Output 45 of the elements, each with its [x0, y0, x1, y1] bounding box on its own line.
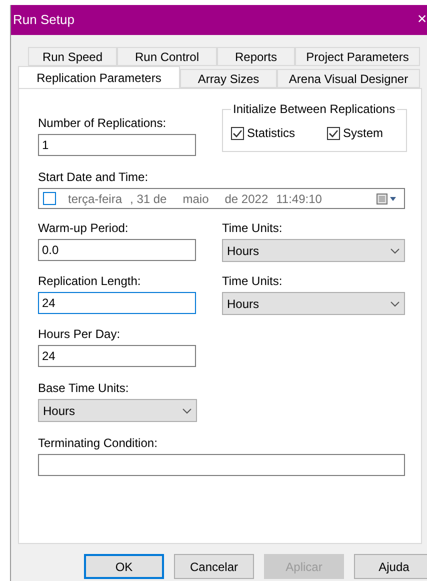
tab[interactable]: Run Speed — [28, 47, 117, 66]
date-part: , 31 de — [130, 190, 167, 208]
tab[interactable]: Run Control — [117, 47, 217, 66]
date-part: maio — [182, 190, 210, 208]
tab[interactable]: Reports — [217, 47, 295, 66]
chevron-down-icon — [390, 300, 400, 306]
dialog-button[interactable]: OK — [84, 554, 164, 579]
checkbox-label: Statistics — [247, 125, 296, 142]
field-label: Hours Per Day: — [38, 327, 122, 342]
checkbox-label: System — [343, 125, 384, 142]
field-label: Base Time Units: — [38, 381, 130, 396]
text-field[interactable]: 1 — [38, 134, 196, 156]
tab[interactable]: Replication Parameters — [18, 66, 180, 88]
checkbox[interactable] — [327, 126, 340, 140]
dropdown[interactable]: Hours — [38, 399, 197, 422]
group-title: Initialize Between Replications — [232, 101, 396, 118]
tab[interactable]: Arena Visual Designer — [277, 69, 420, 88]
date-time-picker[interactable]: terça-feira , 31 de maio de 2022 11:49:10 — [38, 188, 405, 209]
dropdown[interactable]: Hours — [222, 292, 405, 315]
field-label: Number of Replications: — [38, 116, 168, 131]
tab[interactable]: Array Sizes — [180, 69, 277, 88]
field-label: Time Units: — [222, 274, 284, 289]
field-label: Warm-up Period: — [38, 221, 130, 236]
date-part: de 2022 — [224, 190, 268, 208]
dialog-button[interactable]: Ajuda — [354, 554, 427, 579]
window-title: Run Setup — [13, 11, 74, 30]
chevron-down-icon — [182, 408, 192, 414]
field-label: Replication Length: — [38, 274, 142, 289]
field-label: Terminating Condition: — [38, 436, 158, 451]
field-label: Time Units: — [222, 221, 284, 236]
dialog-button[interactable]: Cancelar — [174, 554, 254, 579]
text-field[interactable]: 24 — [38, 292, 196, 314]
checkbox[interactable] — [231, 126, 244, 140]
tab[interactable]: Project Parameters — [295, 47, 420, 66]
date-part: 11:49:10 — [276, 190, 322, 208]
field-label: Start Date and Time: — [38, 170, 150, 185]
close-button[interactable]: × — [417, 12, 427, 28]
date-part: terça-feira — [68, 190, 122, 208]
text-field[interactable]: 0.0 — [38, 239, 196, 261]
text-field[interactable] — [38, 454, 405, 476]
dropdown[interactable]: Hours — [222, 239, 405, 262]
chevron-down-icon — [390, 248, 400, 254]
text-field[interactable]: 24 — [38, 345, 196, 367]
checkbox[interactable] — [43, 192, 56, 205]
calendar-icon[interactable] — [376, 192, 398, 204]
